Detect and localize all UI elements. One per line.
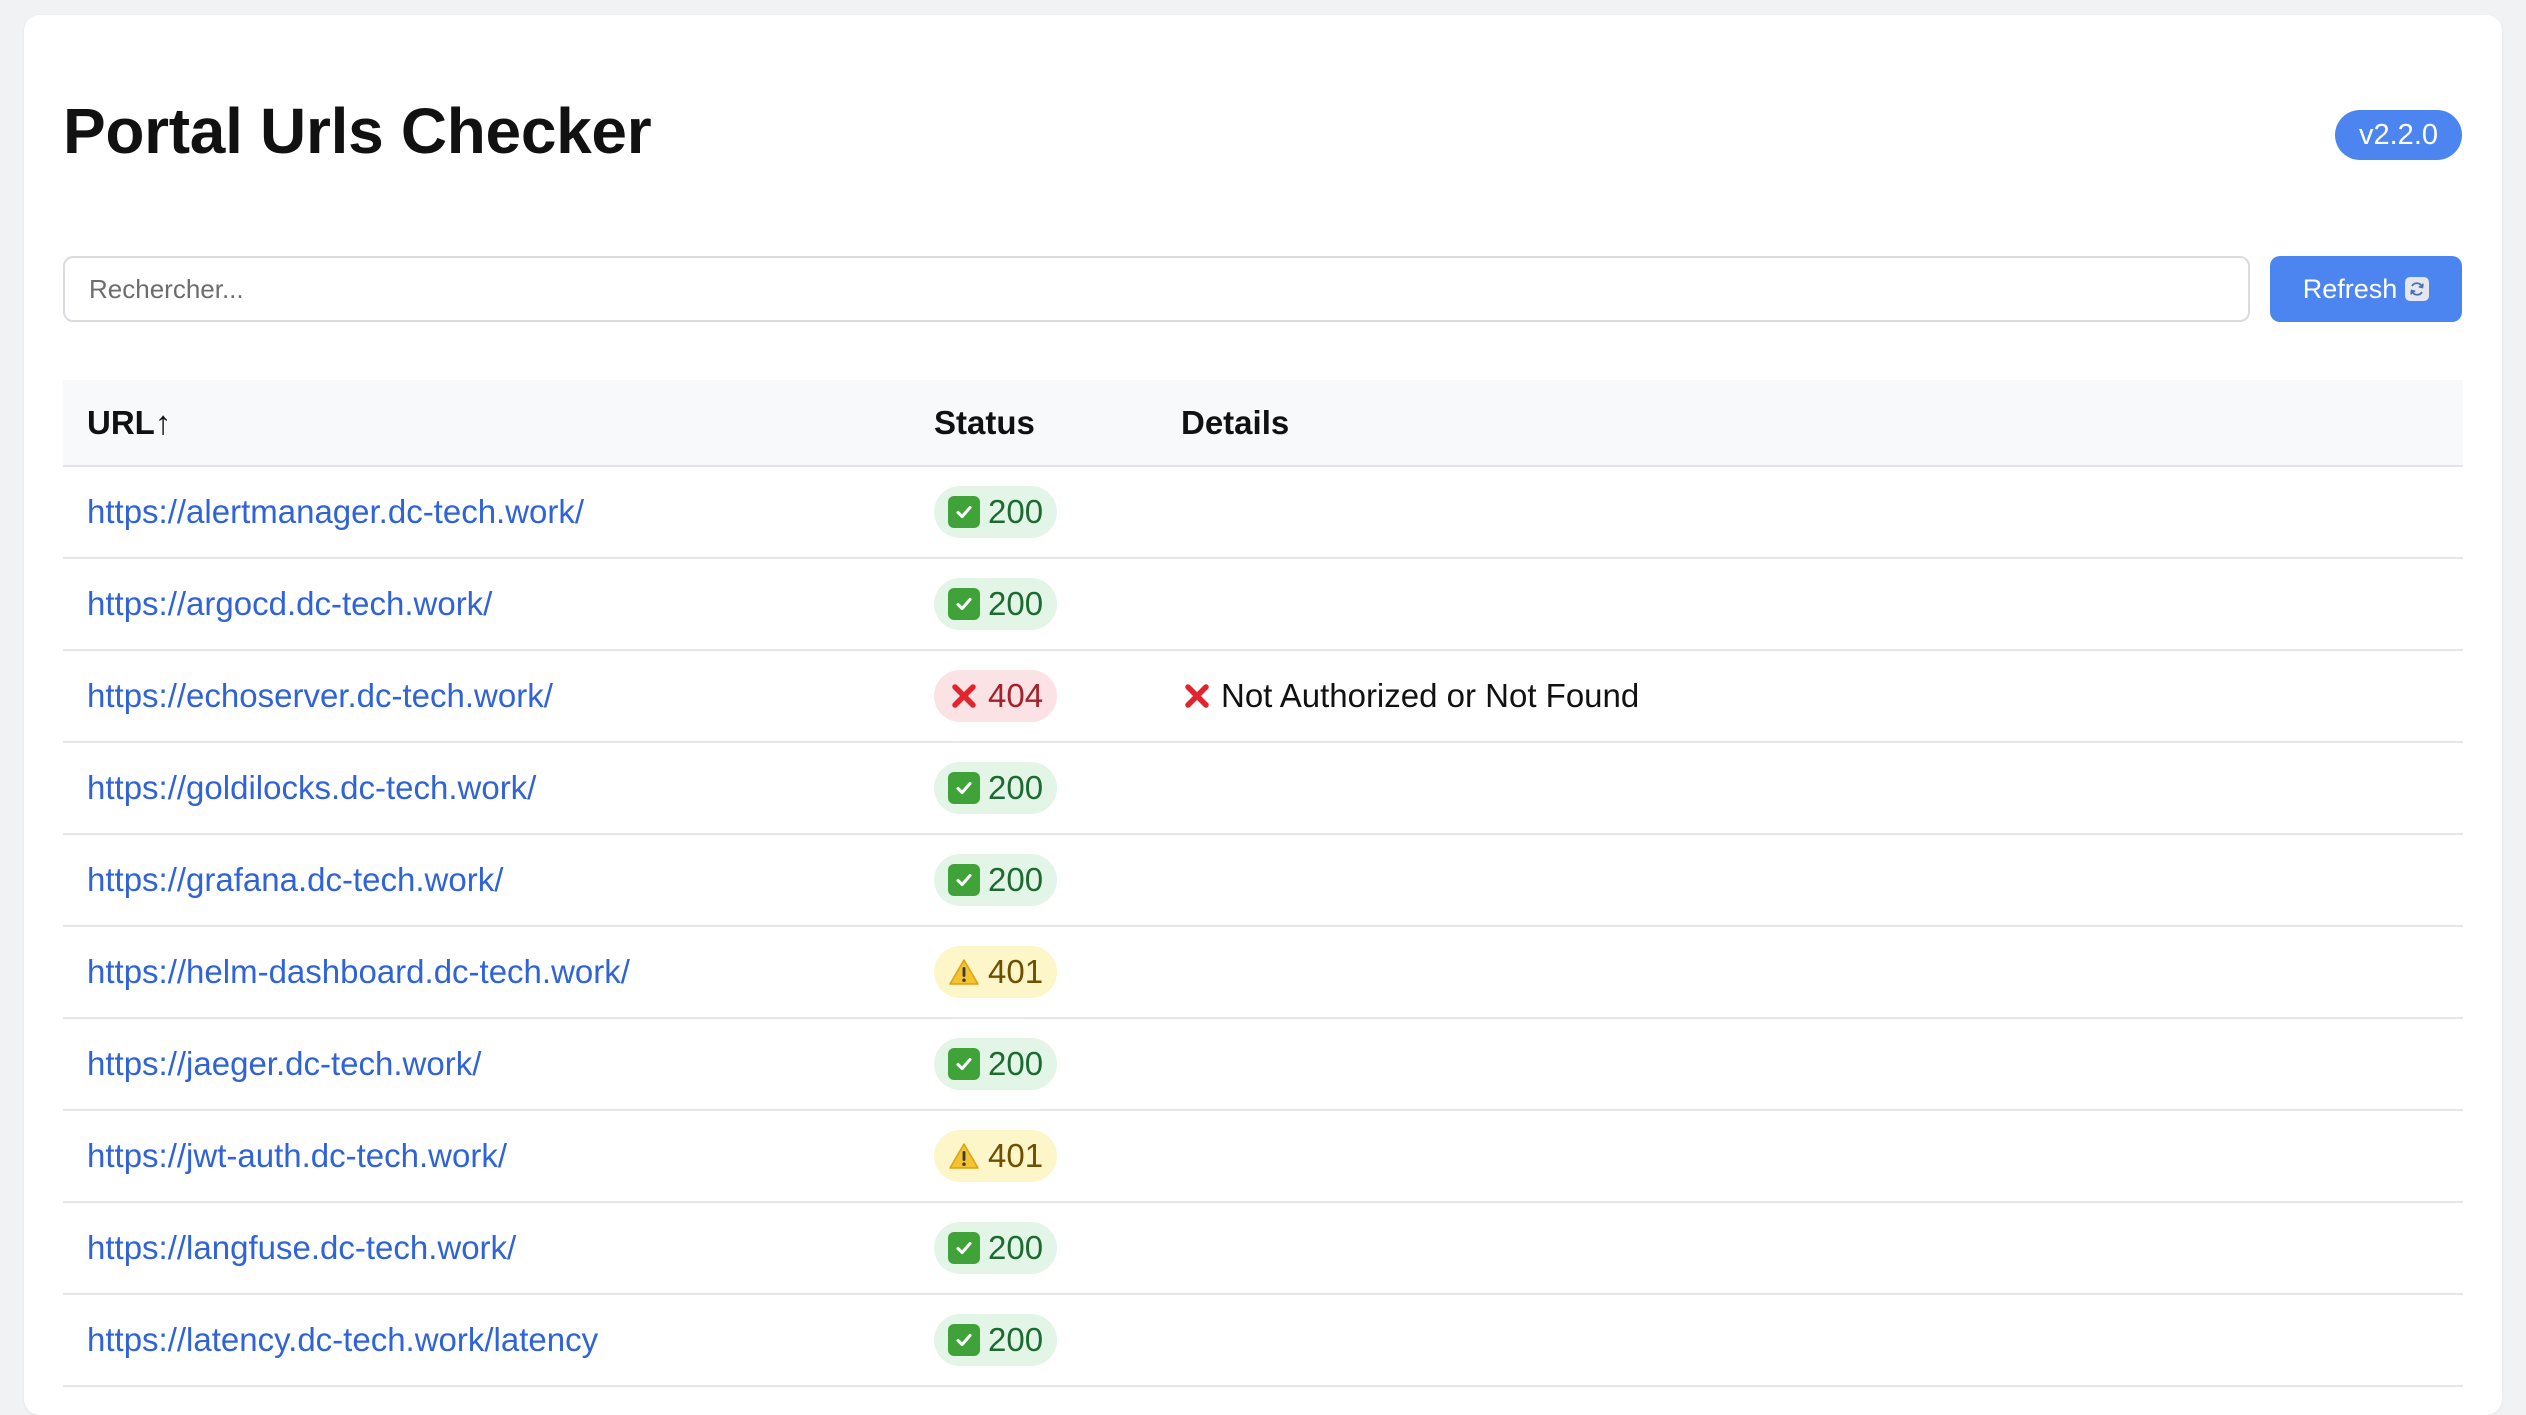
- url-link[interactable]: https://latency.dc-tech.work/latency: [87, 1295, 598, 1385]
- status-badge: 200: [934, 1314, 1058, 1366]
- check-icon: [948, 864, 980, 896]
- warning-icon: [948, 1140, 980, 1172]
- check-icon: [948, 1324, 980, 1356]
- table-row: https://jaeger.dc-tech.work/200: [63, 1019, 2463, 1111]
- status-badge: 200: [934, 1038, 1058, 1090]
- check-icon: [948, 588, 980, 620]
- status-code: 200: [988, 493, 1044, 530]
- table-row: https://alertmanager.dc-tech.work/200: [63, 467, 2463, 559]
- table-row: https://latency.dc-tech.work/latency 200: [63, 1295, 2463, 1387]
- status-code: 200: [988, 1321, 1044, 1358]
- details-cell: Not Authorized or Not Found: [1181, 651, 1639, 741]
- status-badge: 200: [934, 1222, 1058, 1274]
- page-title: Portal Urls Checker: [63, 95, 652, 167]
- url-link[interactable]: https://jaeger.dc-tech.work/: [87, 1019, 481, 1109]
- status-badge: 401: [934, 1130, 1058, 1182]
- urls-table: URL↑ Status Details https://alertmanager…: [63, 380, 2463, 1387]
- status-code: 200: [988, 585, 1044, 622]
- refresh-button-label: Refresh: [2302, 273, 2398, 304]
- table-body: https://alertmanager.dc-tech.work/200 htt…: [63, 467, 2463, 1387]
- search-input[interactable]: [63, 256, 2250, 322]
- check-icon: [948, 1048, 980, 1080]
- status-code: 401: [988, 953, 1044, 990]
- status-badge: 200: [934, 578, 1058, 630]
- column-header-url[interactable]: URL↑: [87, 380, 171, 465]
- table-row: https://helm-dashboard.dc-tech.work/401: [63, 927, 2463, 1019]
- url-link[interactable]: https://goldilocks.dc-tech.work/: [87, 743, 536, 833]
- status-code: 401: [988, 1137, 1044, 1174]
- url-link[interactable]: https://echoserver.dc-tech.work/: [87, 651, 553, 741]
- column-header-status: Status: [934, 404, 1035, 441]
- status-badge: 404: [934, 670, 1058, 722]
- cross-icon: [948, 680, 980, 712]
- warning-icon: [948, 956, 980, 988]
- table-header: URL↑ Status Details: [63, 380, 2463, 467]
- table-row: https://argocd.dc-tech.work/200: [63, 559, 2463, 651]
- status-code: 200: [988, 1045, 1044, 1082]
- table-row: https://echoserver.dc-tech.work/404 Not A…: [63, 651, 2463, 743]
- details-text: Not Authorized or Not Found: [1221, 677, 1640, 714]
- status-badge: 401: [934, 946, 1058, 998]
- cross-icon: [1181, 680, 1213, 712]
- main-card: Portal Urls Checker v2.2.0 Refresh URL↑ …: [24, 15, 2502, 1415]
- table-row: https://jwt-auth.dc-tech.work/401: [63, 1111, 2463, 1203]
- url-link[interactable]: https://argocd.dc-tech.work/: [87, 559, 492, 649]
- check-icon: [948, 1232, 980, 1264]
- refresh-icon: [2405, 277, 2430, 301]
- status-code: 200: [988, 861, 1044, 898]
- url-link[interactable]: https://alertmanager.dc-tech.work/: [87, 467, 584, 557]
- status-code: 200: [988, 1229, 1044, 1266]
- status-code: 200: [988, 769, 1044, 806]
- status-badge: 200: [934, 762, 1058, 814]
- table-row: https://goldilocks.dc-tech.work/200: [63, 743, 2463, 835]
- check-icon: [948, 496, 980, 528]
- table-row: https://grafana.dc-tech.work/200: [63, 835, 2463, 927]
- refresh-button[interactable]: Refresh: [2270, 256, 2462, 322]
- url-link[interactable]: https://helm-dashboard.dc-tech.work/: [87, 927, 630, 1017]
- url-link[interactable]: https://jwt-auth.dc-tech.work/: [87, 1111, 507, 1201]
- url-link[interactable]: https://grafana.dc-tech.work/: [87, 835, 503, 925]
- url-link[interactable]: https://langfuse.dc-tech.work/: [87, 1203, 516, 1293]
- column-header-details: Details: [1181, 404, 1290, 441]
- version-badge: v2.2.0: [2335, 110, 2462, 160]
- status-badge: 200: [934, 486, 1058, 538]
- table-row: https://langfuse.dc-tech.work/200: [63, 1203, 2463, 1295]
- check-icon: [948, 772, 980, 804]
- status-badge: 200: [934, 854, 1058, 906]
- status-code: 404: [988, 677, 1044, 714]
